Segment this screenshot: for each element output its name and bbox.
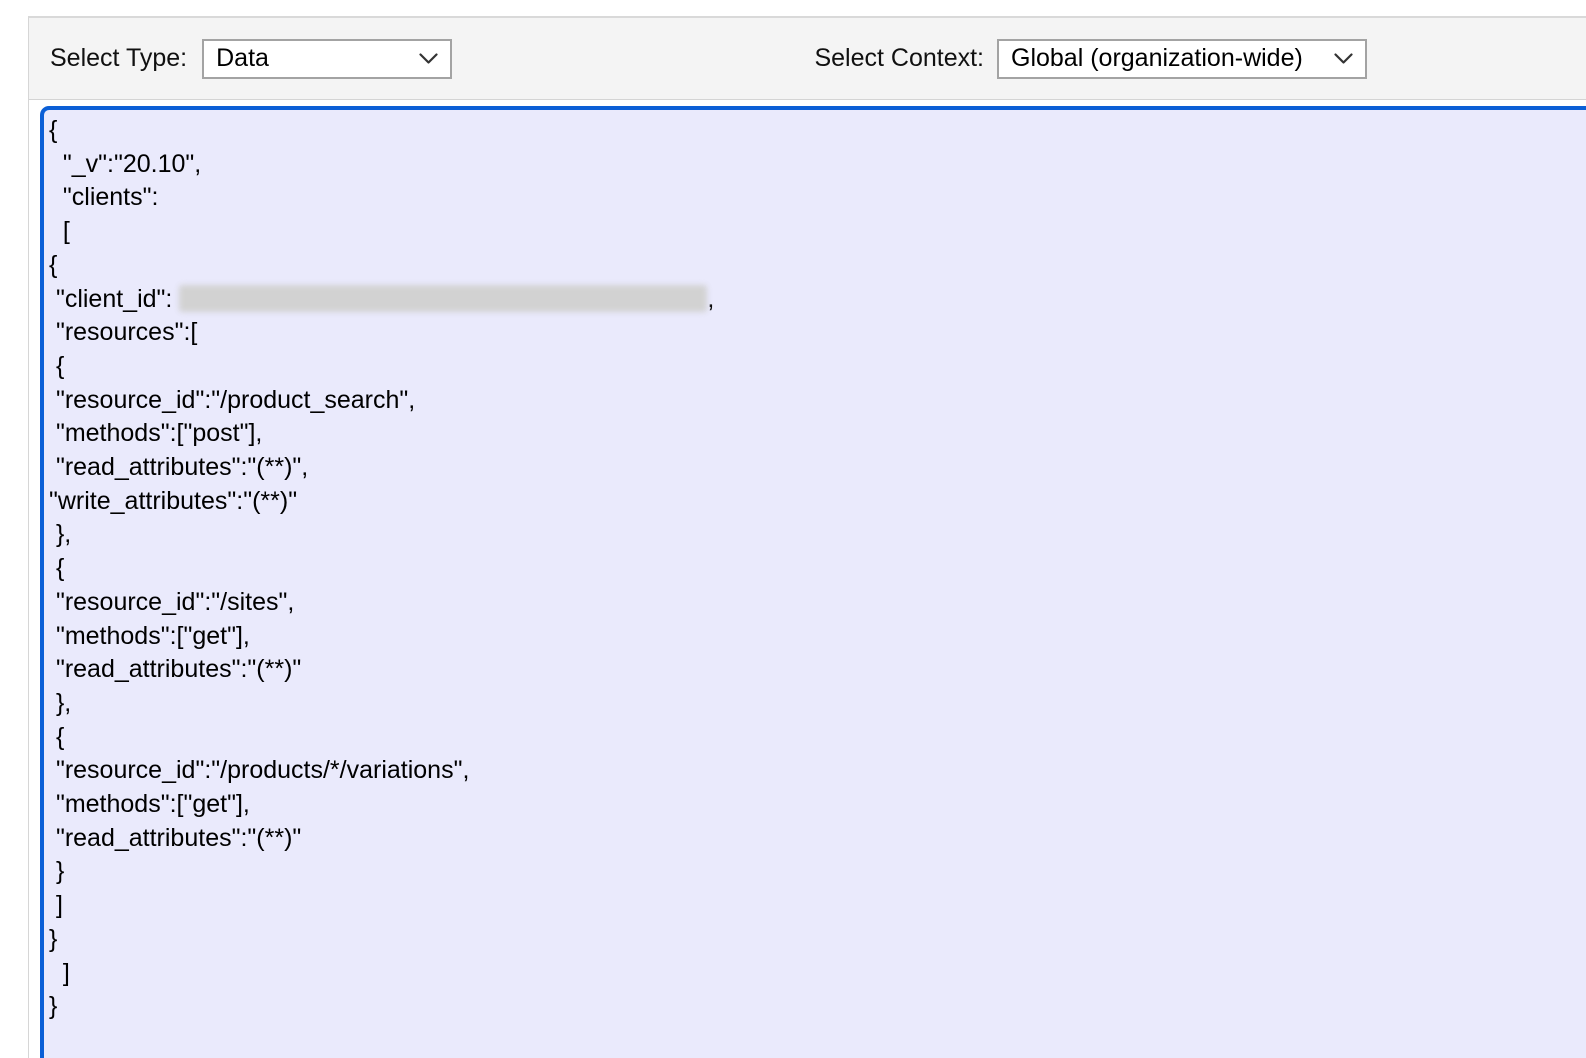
redacted-client-id xyxy=(179,285,707,312)
code-line: }, xyxy=(49,687,1586,721)
code-line: "read_attributes":"(**)", xyxy=(49,451,1586,485)
code-line: { xyxy=(49,114,1586,148)
code-line: } xyxy=(49,990,1586,1024)
code-line: "methods":["post"], xyxy=(49,417,1586,451)
code-line: "client_id": , xyxy=(49,283,1586,317)
code-line: "resources":[ xyxy=(49,316,1586,350)
code-line: } xyxy=(49,855,1586,889)
select-context-label: Select Context: xyxy=(814,44,984,73)
code-line: "methods":["get"], xyxy=(49,620,1586,654)
code-line: { xyxy=(49,350,1586,384)
code-line: { xyxy=(49,721,1586,755)
toolbar: Select Type: Data Select Context: Global… xyxy=(29,18,1586,100)
select-type-label: Select Type: xyxy=(50,44,187,73)
code-line: { xyxy=(49,552,1586,586)
context-field-group: Select Context: Global (organization-wid… xyxy=(814,39,1367,79)
config-panel: Select Type: Data Select Context: Global… xyxy=(28,16,1586,1058)
context-select-value: Global (organization-wide) xyxy=(1011,44,1303,73)
type-select-value: Data xyxy=(216,44,269,73)
code-line: }, xyxy=(49,518,1586,552)
code-line: ] xyxy=(49,889,1586,923)
type-field-group: Select Type: Data xyxy=(50,39,452,79)
code-line: [ xyxy=(49,215,1586,249)
code-line: "resource_id":"/product_search", xyxy=(49,384,1586,418)
code-line: "clients": xyxy=(49,181,1586,215)
context-select[interactable]: Global (organization-wide) xyxy=(997,39,1367,79)
code-text: , xyxy=(707,285,714,313)
code-line: "read_attributes":"(**)" xyxy=(49,822,1586,856)
code-line: "write_attributes":"(**)" xyxy=(49,485,1586,519)
chevron-down-icon xyxy=(1334,53,1353,65)
code-line: "methods":["get"], xyxy=(49,788,1586,822)
json-editor[interactable]: { "_v":"20.10", "clients": [{ "client_id… xyxy=(40,106,1586,1058)
chevron-down-icon xyxy=(419,53,438,65)
code-line: "read_attributes":"(**)" xyxy=(49,653,1586,687)
code-line: "resource_id":"/sites", xyxy=(49,586,1586,620)
code-line: "_v":"20.10", xyxy=(49,148,1586,182)
code-line: { xyxy=(49,249,1586,283)
code-line: "resource_id":"/products/*/variations", xyxy=(49,754,1586,788)
type-select[interactable]: Data xyxy=(202,39,452,79)
code-text: "client_id": xyxy=(49,285,179,313)
code-line: } xyxy=(49,923,1586,957)
code-line: ] xyxy=(49,957,1586,991)
